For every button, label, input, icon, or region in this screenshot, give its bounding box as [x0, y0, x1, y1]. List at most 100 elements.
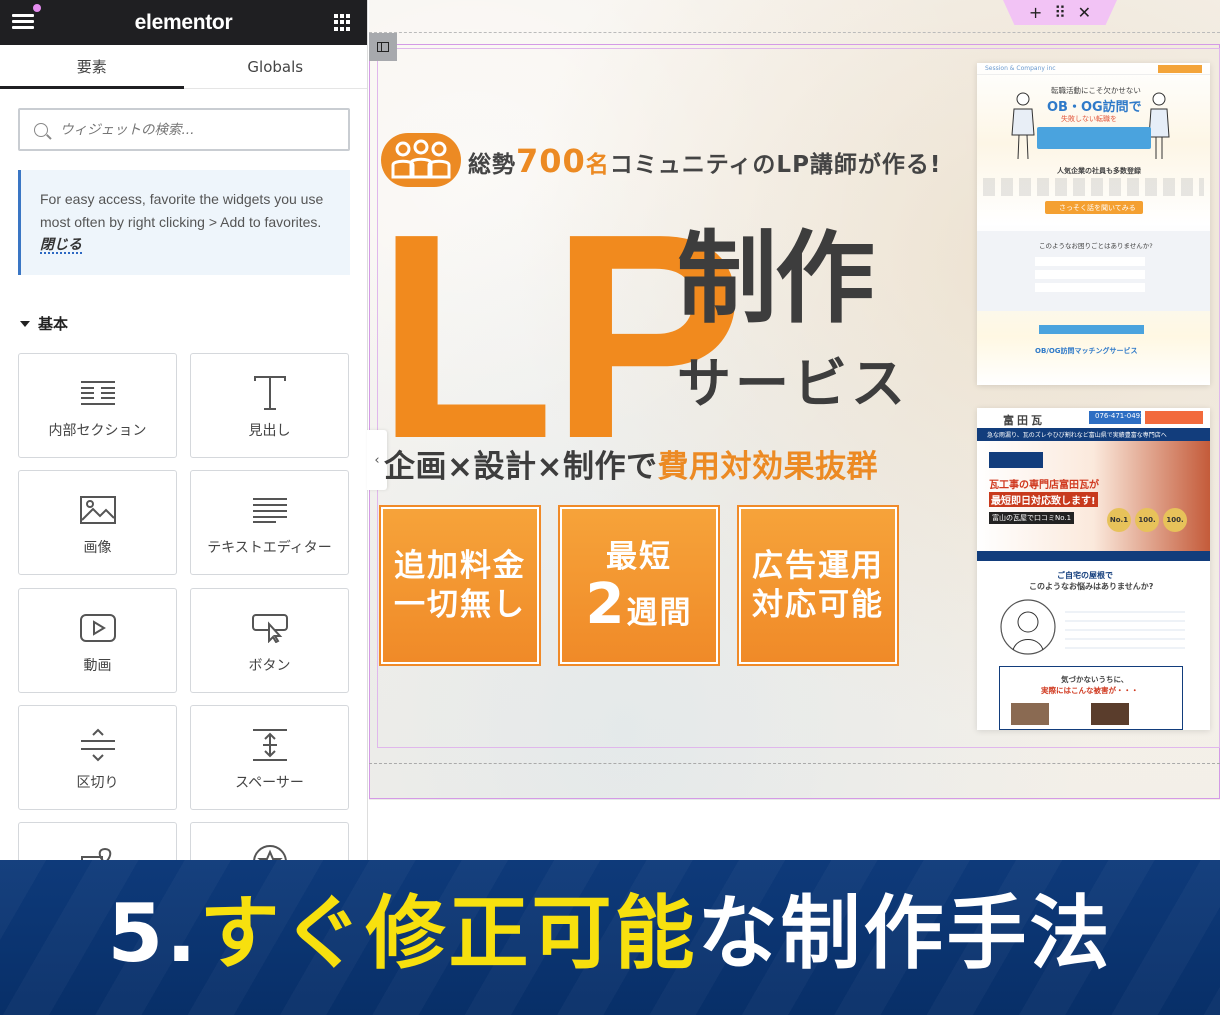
thumb-cta-chip: [1158, 65, 1202, 73]
button-icon: [251, 609, 288, 647]
widget-label: スペーサー: [235, 775, 304, 791]
thumb-cta-label: さっそく話を聞いてみる: [1059, 204, 1136, 212]
section-handle: + ⠿ ✕: [1003, 0, 1117, 25]
heading-icon: [253, 374, 287, 412]
hamburger-menu-icon[interactable]: [12, 11, 34, 33]
lp-sample-thumbnail-career: Session & Company inc 転職活動にこそ欠かせない OB・OG…: [977, 63, 1210, 385]
thumb-question: ご自宅の屋根で: [1057, 571, 1113, 580]
dismiss-notice-link[interactable]: 閉じる: [40, 236, 82, 254]
widget-label: 画像: [83, 540, 112, 556]
widget-video[interactable]: 動画: [18, 588, 177, 693]
column-edit-icon[interactable]: [369, 33, 397, 61]
caption-highlight: すぐ修正可能: [199, 887, 698, 980]
caption-number: 5.: [107, 887, 200, 980]
widget-label: 区切り: [76, 775, 119, 791]
worried-person-illustration: [1000, 599, 1056, 655]
notification-dot: [33, 4, 41, 12]
subheading-accent: 費用対効果抜群: [657, 449, 878, 485]
thumb-phone: 076-471-0492: [1095, 412, 1145, 420]
bottom-caption-banner: 5.すぐ修正可能な制作手法: [0, 860, 1220, 1015]
thumb-brand: Session & Company inc: [985, 65, 1056, 72]
favorites-notice: For easy access, favorite the widgets yo…: [18, 170, 350, 275]
thumb-question-2: このようなお悩みはありませんか?: [1029, 582, 1154, 591]
widget-label: 内部セクション: [48, 423, 147, 439]
thumb-section-title: 人気企業の社員も多数登録: [1057, 167, 1141, 175]
divider-icon: [80, 726, 116, 764]
widget-image[interactable]: 画像: [18, 470, 177, 575]
feature-box-ads: 広告運用 対応可能: [737, 505, 899, 666]
feature-line2: 対応可能: [752, 586, 884, 623]
award-badge: 100.: [1163, 508, 1187, 532]
feature-box-no-extra-fee: 追加料金 一切無し: [379, 505, 541, 666]
caret-down-icon: [20, 320, 30, 327]
thumb-info-box: [1037, 127, 1151, 149]
widget-heading[interactable]: 見出し: [190, 353, 349, 458]
award-badge: No.1: [1107, 508, 1131, 532]
thumb-headline-main: OB・OG訪問で: [1047, 100, 1142, 115]
award-badge: 100.: [1135, 508, 1159, 532]
widget-inner-section[interactable]: 内部セクション: [18, 353, 177, 458]
image-icon: [79, 491, 116, 529]
businesswoman-illustration: [1148, 92, 1170, 159]
text-editor-icon: [252, 491, 288, 529]
star-icon: [252, 843, 288, 860]
feature-line1: 追加料金: [394, 547, 526, 584]
widget-search-input[interactable]: [60, 121, 330, 138]
widget-icon[interactable]: [190, 822, 349, 860]
caption-rest: な制作手法: [697, 887, 1113, 980]
drag-handle-icon[interactable]: ⠿: [1054, 3, 1066, 22]
add-section-icon[interactable]: +: [1029, 3, 1042, 22]
category-basic-toggle[interactable]: 基本: [20, 313, 68, 334]
thumb-headline-sub: 失敗しない転職を: [1061, 115, 1117, 123]
thumb-headline: 瓦工事の専門店富田瓦が: [989, 480, 1099, 491]
canvas-empty-area: [369, 800, 1220, 860]
thumb-warning: 気づかないうちに、: [1061, 675, 1129, 684]
elementor-panel: elementor 要素 Globals For easy access, fa…: [0, 0, 368, 860]
dashed-guide-top: [369, 32, 1220, 33]
widget-divider[interactable]: 区切り: [18, 705, 177, 810]
hero-subtitle: サービス: [677, 352, 909, 415]
widget-label: 見出し: [248, 423, 291, 439]
widget-text-editor[interactable]: テキストエディター: [190, 470, 349, 575]
businessman-illustration: [1011, 92, 1035, 160]
bottom-caption: 5.すぐ修正可能な制作手法: [0, 894, 1220, 974]
thumb-shop-name: 富田瓦: [1003, 414, 1045, 427]
hero-title: 制作: [677, 220, 875, 337]
thumb-service: OB/OG訪問マッチングサービス: [1035, 347, 1138, 355]
feature-line2: 一切無し: [394, 586, 526, 623]
feature-box-two-weeks: 最短 2週間: [558, 505, 720, 666]
thumb-warning-2: 実際にはこんな被害が・・・: [1041, 686, 1139, 695]
panel-header: elementor: [0, 0, 367, 45]
widget-label: ボタン: [248, 658, 291, 674]
search-icon: [34, 122, 48, 137]
widget-button[interactable]: ボタン: [190, 588, 349, 693]
hero-subheading: 企画×設計×制作で費用対効果抜群: [384, 441, 878, 486]
widgets-grid-icon[interactable]: [334, 14, 351, 31]
subheading-prefix: 企画×設計×制作で: [384, 449, 658, 485]
feature-line1: 広告運用: [752, 547, 884, 584]
delete-section-icon[interactable]: ✕: [1078, 3, 1091, 22]
thumb-banner: 急な雨漏り、瓦のズレやひび割れなど富山県で実績豊富な専門店へ: [987, 432, 1167, 439]
thumb-headline: 転職活動にこそ欠かせない: [1051, 86, 1141, 95]
widget-search-box: [18, 108, 350, 151]
tab-elements[interactable]: 要素: [0, 45, 184, 89]
widget-label: 動画: [83, 658, 112, 674]
lp-sample-thumbnail-roofing: 富田瓦 076-471-0492 急な雨漏り、瓦のズレやひび割れなど富山県で実績…: [977, 408, 1210, 730]
panel-tabs: 要素 Globals: [0, 45, 367, 89]
inner-section-icon: [80, 374, 116, 412]
category-title: 基本: [38, 315, 69, 333]
widget-spacer[interactable]: スペーサー: [190, 705, 349, 810]
map-pin-icon: [80, 843, 115, 860]
feature-number: 2: [585, 571, 627, 637]
thumb-rating: 富山の瓦屋で口コミNo.1: [989, 512, 1075, 524]
tab-globals[interactable]: Globals: [184, 45, 368, 88]
feature-line2: 週間: [626, 594, 693, 631]
thumb-question: このようなお困りごとはありませんか?: [1039, 242, 1153, 250]
notice-text: For easy access, favorite the widgets yo…: [40, 191, 324, 230]
thumb-headline-main: 最短即日対応致します!: [989, 492, 1098, 507]
elementor-logo: elementor: [134, 10, 233, 34]
dashed-guide-bottom: [369, 763, 1220, 764]
spacer-icon: [252, 726, 288, 764]
video-icon: [79, 609, 116, 647]
widget-google-maps[interactable]: [18, 822, 177, 860]
